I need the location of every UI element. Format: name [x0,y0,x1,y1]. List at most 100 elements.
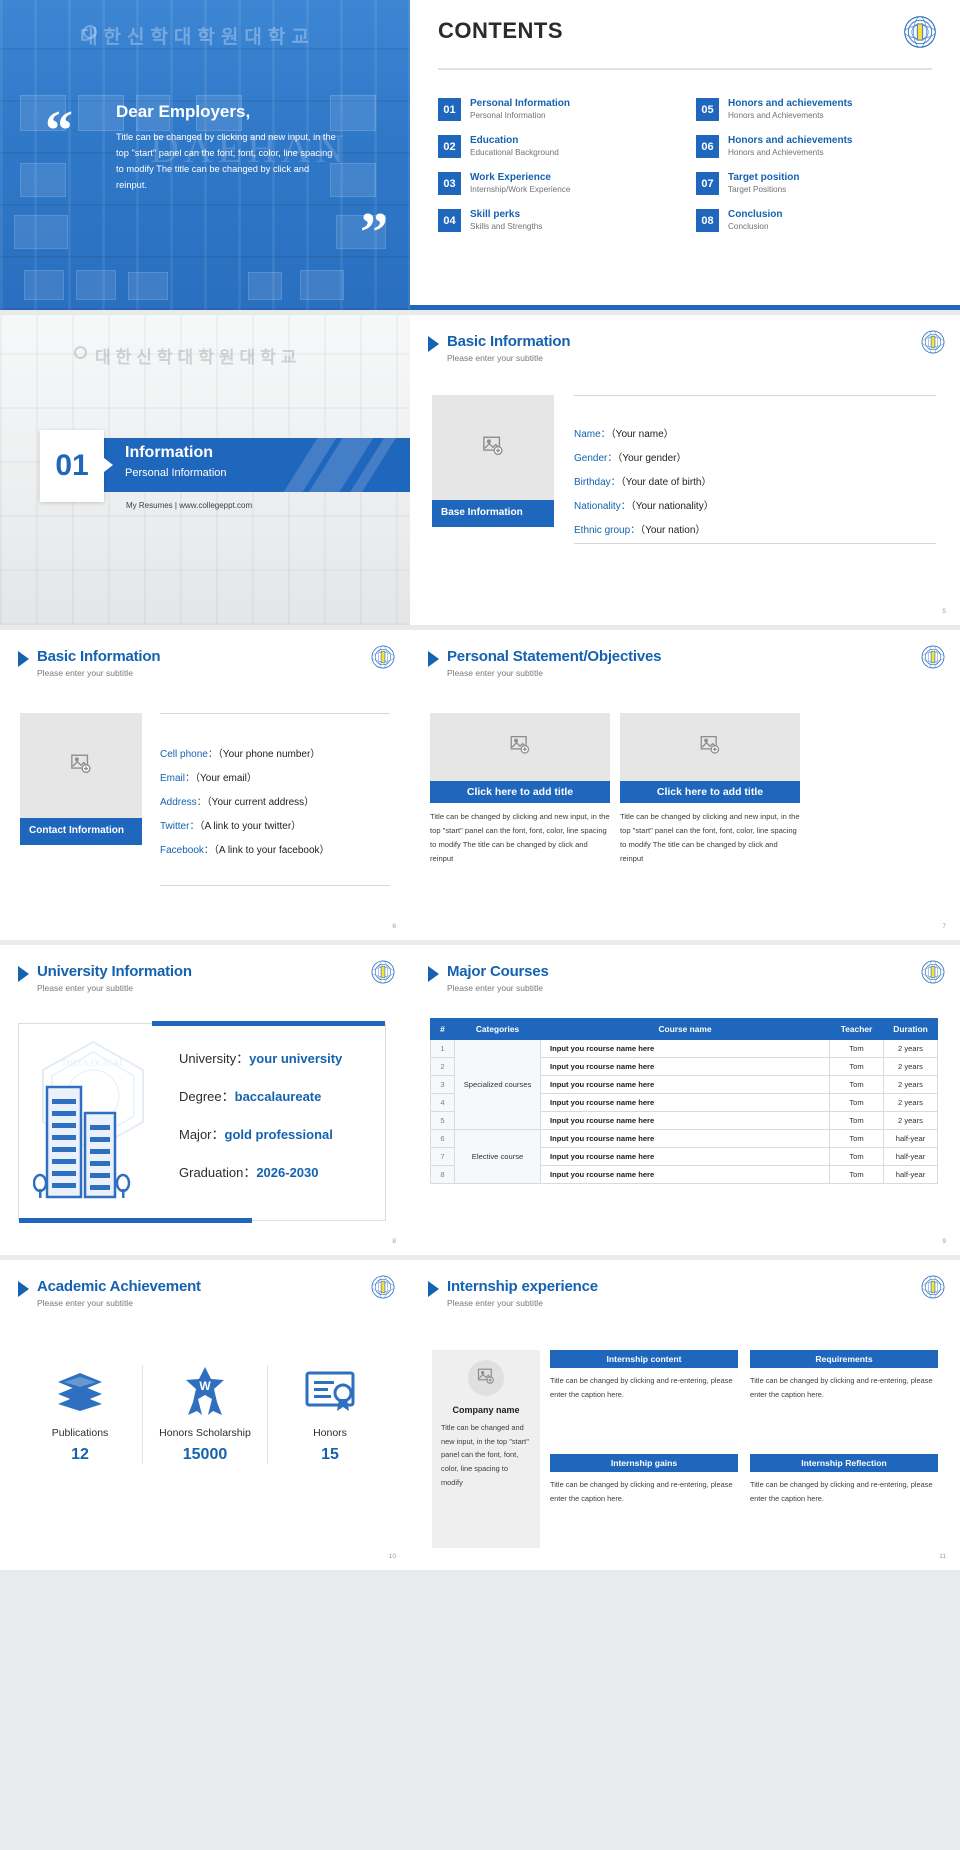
divider-footer: My Resumes | www.collegeppt.com [126,501,253,510]
toc-number: 02 [438,135,461,158]
company-logo-placeholder[interactable] [468,1360,504,1396]
university-emblem-icon [370,959,396,985]
toc-title: Target position [728,172,800,183]
photo-placeholder[interactable] [432,395,554,500]
statement-card: Click here to add title Title can be cha… [430,713,610,866]
panel-header: Requirements [750,1350,938,1368]
photo-placeholder[interactable] [20,713,142,818]
toc-item[interactable]: 03 Work Experience Internship/Work Exper… [438,172,678,195]
toc-item[interactable]: 07 Target position Target Positions [696,172,936,195]
toc-item[interactable]: 06 Honors and achievements Honors and Ac… [696,135,936,158]
toc-item[interactable]: 05 Honors and achievements Honors and Ac… [696,98,936,121]
achievement-stats: Publications 12 W Honors Scholarship 150… [18,1365,392,1464]
toc-item[interactable]: 08 Conclusion Conclusion [696,209,936,232]
internship-panel: Internship Reflection Title can be chang… [750,1454,938,1548]
field-row: Address：（Your current address） [160,793,330,808]
field-row: Cell phone：（Your phone number） [160,745,330,760]
university-emblem-icon [370,1274,396,1300]
panel-text: Title can be changed by clicking and re-… [550,1480,733,1503]
add-title-button[interactable]: Click here to add title [620,781,800,803]
field-value: （A link to your facebook） [213,845,330,856]
achievement-label: Honors [313,1427,347,1439]
col-header: Duration [883,1018,938,1040]
university-emblem-icon [902,14,938,50]
cell-index: 1 [430,1039,455,1058]
cell-index: 3 [430,1075,455,1094]
toc-number: 05 [696,98,719,121]
section-number: 01 [55,449,89,482]
cell-teacher: Tom [829,1111,884,1130]
cell-index: 2 [430,1057,455,1076]
internship-panel: Requirements Title can be changed by cli… [750,1350,938,1444]
field-row: Email：（Your email） [160,769,330,784]
statement-body-text: Title can be changed by clicking and new… [430,812,610,864]
divider-korean-title: 대한신학대학원대학교 [95,348,302,367]
cell-duration: 2 years [883,1075,938,1094]
toc-subtitle: Honors and Achievements [728,147,824,157]
toc-item[interactable]: 01 Personal Information Personal Informa… [438,98,678,121]
band-decoration [284,438,404,492]
panel-text: Title can be changed by clicking and re-… [550,1376,733,1399]
add-title-button[interactable]: Click here to add title [430,781,610,803]
company-panel: Company name Title can be changed and ne… [432,1350,540,1548]
photo-placeholder[interactable] [620,713,800,781]
toc-item[interactable]: 02 Education Educational Background [438,135,678,158]
cover-body-text: Title can be changed by clicking and new… [116,132,336,190]
section-number-pointer [104,458,113,472]
toc-title: Personal Information [470,98,571,109]
field-value: （A link to your twitter） [199,821,302,832]
cell-teacher: Tom [829,1147,884,1166]
contact-field-list: Cell phone：（Your phone number） Email：（Yo… [160,745,330,865]
cell-course-name: Input you rcourse name here [540,1057,830,1076]
col-header: Teacher [829,1018,884,1040]
cell-index: 5 [430,1111,455,1130]
quote-close-icon: ” [360,202,388,264]
triangle-bullet-icon [18,1281,29,1297]
toc-title: Honors and achievements [728,135,853,146]
statement-body-text: Title can be changed by clicking and new… [620,812,800,864]
svg-text:THEOLOGICAL: THEOLOGICAL [61,1058,125,1068]
page-subtitle: Please enter your subtitle [447,1298,543,1309]
field-label: Cell phone： [160,749,218,760]
cover-heading: Dear Employers, [116,102,251,121]
slide-header: Personal Statement/Objectives Please ent… [428,648,661,678]
slide-contact-information: Basic Information Please enter your subt… [0,630,410,940]
university-emblem-icon [920,1274,946,1300]
field-label: Twitter： [160,821,200,832]
page-title: CONTENTS [438,18,563,43]
field-row: Name：（Your name） [574,425,714,440]
photo-placeholder[interactable] [430,713,610,781]
toc-number: 08 [696,209,719,232]
page-title: Basic Information [37,648,161,665]
toc-item[interactable]: 04 Skill perks Skills and Strengths [438,209,678,232]
cell-duration: 2 years [883,1057,938,1076]
cell-course-name: Input you rcourse name here [540,1165,830,1184]
detail-label: Graduation： [179,1165,257,1180]
photo-caption-contact: Contact Information [20,818,142,845]
slide-academic-achievement: Academic Achievement Please enter your s… [0,1260,410,1570]
detail-row: Degree：baccalaureate [179,1086,342,1105]
company-name: Company name [452,1405,520,1415]
toc-number: 03 [438,172,461,195]
slide-internship-experience: Internship experience Please enter your … [410,1260,960,1570]
slide-section-divider: 대한신학대학원대학교 01 Information Personal Infor… [0,315,410,625]
statement-card: Click here to add title Title can be cha… [620,713,800,866]
page-title: Personal Statement/Objectives [447,648,662,665]
achievement-item: Publications 12 [18,1365,142,1464]
field-row: Gender：（Your gender） [574,449,714,464]
toc-number: 04 [438,209,461,232]
cell-duration: half-year [883,1147,938,1166]
cell-index: 8 [430,1165,455,1184]
page-subtitle: Please enter your subtitle [37,1298,133,1309]
field-value: （Your phone number） [217,749,321,760]
triangle-bullet-icon [18,966,29,982]
detail-value: your university [249,1051,343,1066]
detail-label: Degree： [179,1089,235,1104]
achievement-value: 15 [321,1446,339,1463]
panel-header: Internship gains [550,1454,738,1472]
award-ribbon-icon: W [149,1365,261,1417]
company-description: Title can be changed and new input, in t… [441,1423,529,1487]
achievement-label: Honors Scholarship [159,1427,251,1439]
detail-value: 2026-2030 [256,1165,319,1180]
table-row: 6 Elective course Input you rcourse name… [430,1129,938,1184]
